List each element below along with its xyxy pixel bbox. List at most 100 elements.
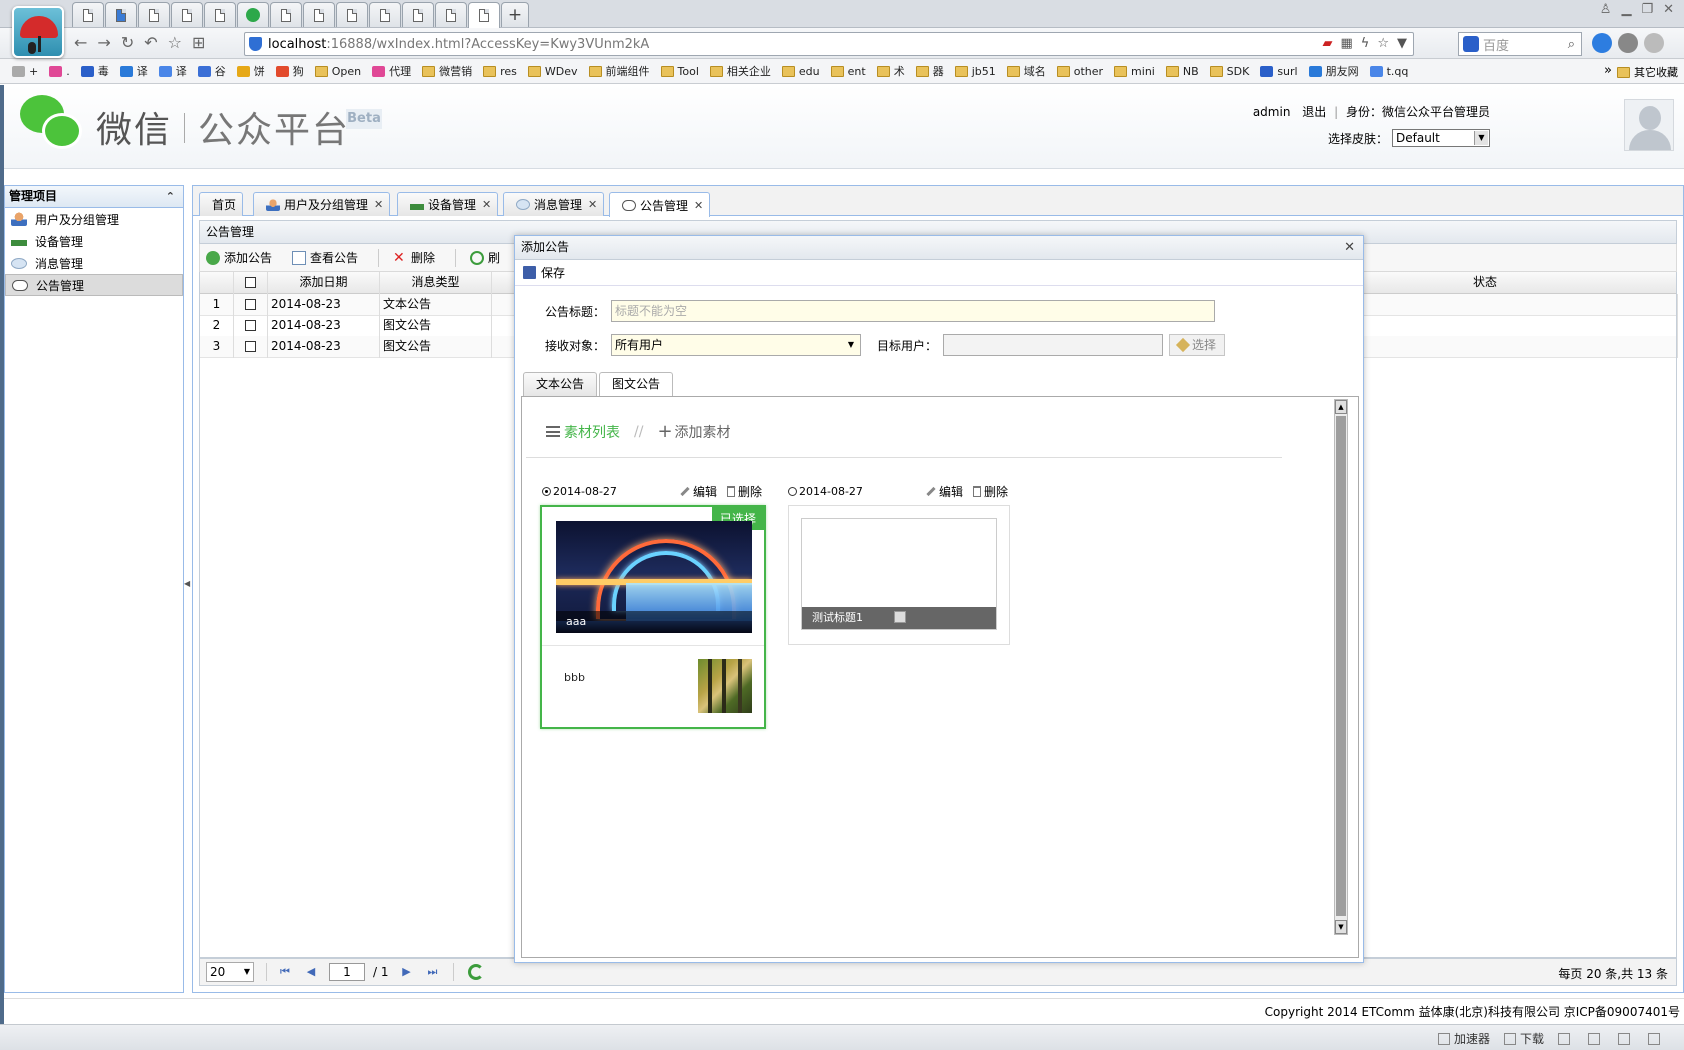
tab-messages[interactable]: 消息管理 ✕ — [503, 192, 605, 216]
col-date[interactable]: 添加日期 — [268, 272, 380, 294]
restore-icon[interactable]: ❐ — [1641, 2, 1653, 17]
other-bookmarks[interactable]: 其它收藏 — [1617, 64, 1678, 80]
skin-select[interactable]: Default ▼ — [1392, 129, 1490, 147]
delete-button[interactable]: ✕ 删除 — [393, 249, 435, 266]
accessibility-icon[interactable] — [1592, 33, 1612, 53]
card-radio[interactable] — [542, 487, 551, 496]
favorite-icon[interactable]: ☆ — [1377, 36, 1389, 51]
row-checkbox[interactable] — [245, 341, 256, 352]
bookmark-item[interactable]: 术 — [876, 63, 905, 79]
delete-button[interactable]: 删除 — [726, 483, 762, 500]
tab-devices[interactable]: 设备管理 ✕ — [397, 192, 499, 216]
bookmark-item[interactable]: Open — [314, 65, 361, 78]
scrollbar[interactable]: ▲ ▼ — [1334, 399, 1348, 935]
splitter-collapse-icon[interactable]: ◀ — [184, 570, 190, 598]
bookmark-item[interactable]: + — [12, 65, 38, 78]
tab-text-notice[interactable]: 文本公告 — [523, 372, 598, 396]
bookmark-item[interactable]: mini — [1114, 65, 1155, 78]
accelerator-button[interactable]: 加速器 — [1437, 1030, 1490, 1047]
bookmark-item[interactable]: 狗 — [275, 63, 304, 79]
close-icon[interactable]: ✕ — [482, 198, 491, 211]
logout-link[interactable]: 退出 — [1302, 105, 1326, 119]
sidebar-item-users[interactable]: 用户及分组管理 — [5, 208, 183, 230]
browser-tab-active[interactable] — [468, 2, 500, 28]
browser-tab[interactable] — [72, 2, 104, 27]
browser-tab[interactable] — [402, 2, 434, 27]
bookmark-item[interactable]: Tool — [660, 65, 699, 78]
bookmark-item[interactable]: . — [49, 65, 70, 78]
target-user-input[interactable] — [943, 334, 1163, 356]
edit-button[interactable]: 编辑 — [680, 483, 717, 500]
select-user-button[interactable]: 选择 — [1169, 334, 1226, 356]
bookmark-item[interactable]: res — [483, 65, 517, 78]
add-notice-button[interactable]: 添加公告 — [206, 249, 272, 266]
browser-tab[interactable] — [369, 2, 401, 27]
material-card[interactable]: 测试标题1 — [788, 505, 1010, 645]
search-icon[interactable]: ⌕ — [1568, 37, 1575, 52]
first-page-icon[interactable]: ⏮ — [277, 964, 293, 980]
bookmark-item[interactable]: t.qq — [1369, 65, 1408, 78]
edit-button[interactable]: 编辑 — [926, 483, 963, 500]
avatar[interactable] — [1624, 99, 1674, 151]
material-list-link[interactable]: 素材列表 — [564, 422, 620, 442]
prev-page-icon[interactable]: ◀ — [303, 964, 319, 980]
browser-tab[interactable] — [303, 2, 335, 27]
bookmark-item[interactable]: 代理 — [372, 63, 411, 79]
new-tab-button[interactable]: + — [501, 2, 529, 27]
last-page-icon[interactable]: ⏭ — [425, 964, 441, 980]
bookmark-item[interactable]: 谷 — [197, 63, 226, 79]
bookmark-item[interactable]: other — [1056, 65, 1103, 78]
bookmark-item[interactable]: 器 — [915, 63, 944, 79]
bookmark-item[interactable]: 相关企业 — [709, 63, 771, 79]
bookmark-item[interactable]: SDK — [1209, 65, 1249, 78]
add-material-link[interactable]: + 添加素材 — [657, 421, 730, 442]
select-all-checkbox[interactable] — [245, 277, 256, 288]
trash-button[interactable] — [1558, 1030, 1574, 1047]
lightning-icon[interactable]: ϟ — [1361, 36, 1370, 51]
browser-tab[interactable] — [270, 2, 302, 27]
browser-tab[interactable] — [237, 2, 269, 27]
close-icon[interactable]: ✕ — [694, 199, 703, 212]
bookmark-item[interactable]: 译 — [158, 63, 187, 79]
qr-icon[interactable]: ▦ — [1340, 36, 1352, 51]
browser-tab[interactable] — [138, 2, 170, 27]
row-checkbox[interactable] — [245, 320, 256, 331]
undo-icon[interactable]: ↶ — [144, 33, 157, 52]
star-icon[interactable]: ☆ — [168, 33, 182, 52]
sidebar-item-notices[interactable]: 公告管理 — [5, 274, 183, 296]
save-button[interactable]: 保存 — [541, 264, 565, 281]
search-input[interactable]: 百度 ⌕ — [1458, 32, 1582, 56]
close-icon[interactable]: ✕ — [1344, 236, 1355, 259]
reload-icon[interactable]: ↻ — [121, 33, 134, 52]
bookmark-item[interactable]: 域名 — [1006, 63, 1046, 79]
bookmarks-more-icon[interactable]: » — [1604, 63, 1612, 78]
tab-notices[interactable]: 公告管理 ✕ — [609, 192, 711, 217]
bookmark-item[interactable]: edu — [781, 65, 820, 78]
bookmark-item[interactable]: jb51 — [954, 65, 996, 78]
bookmark-item[interactable]: ent — [830, 65, 866, 78]
refresh-button[interactable]: 刷 — [470, 249, 500, 266]
flash-icon[interactable]: ▰ — [1322, 36, 1332, 51]
tab-news-notice[interactable]: 图文公告 — [599, 372, 674, 397]
tab-users[interactable]: 用户及分组管理 ✕ — [253, 192, 391, 216]
volume-button[interactable] — [1588, 1030, 1604, 1047]
browser-logo-icon[interactable] — [12, 6, 64, 58]
screen-button[interactable] — [1618, 1030, 1634, 1047]
collapse-icon[interactable]: ⌃ — [166, 186, 175, 207]
bookmark-item[interactable]: surl — [1260, 65, 1298, 78]
material-card-selected[interactable]: 已选择 aaa bbb — [540, 505, 766, 729]
close-icon[interactable]: ✕ — [588, 198, 597, 211]
shirt-icon[interactable]: ♙ — [1600, 2, 1612, 17]
sidebar-item-devices[interactable]: 设备管理 — [5, 230, 183, 252]
title-input[interactable]: 标题不能为空 — [611, 300, 1215, 322]
view-notice-button[interactable]: 查看公告 — [292, 249, 358, 266]
browser-tab[interactable] — [171, 2, 203, 27]
scroll-down-icon[interactable]: ▼ — [1335, 920, 1347, 934]
row-checkbox[interactable] — [245, 299, 256, 310]
page-number-input[interactable]: 1 — [329, 963, 365, 981]
bookmark-item[interactable]: 前端组件 — [588, 63, 650, 79]
back-icon[interactable]: ← — [74, 33, 87, 52]
bookmark-item[interactable]: 饼 — [236, 63, 265, 79]
page-size-select[interactable]: 20 ▼ — [206, 962, 254, 982]
url-bar[interactable]: localhost:16888/wxIndex.html?AccessKey=K… — [244, 32, 1414, 56]
